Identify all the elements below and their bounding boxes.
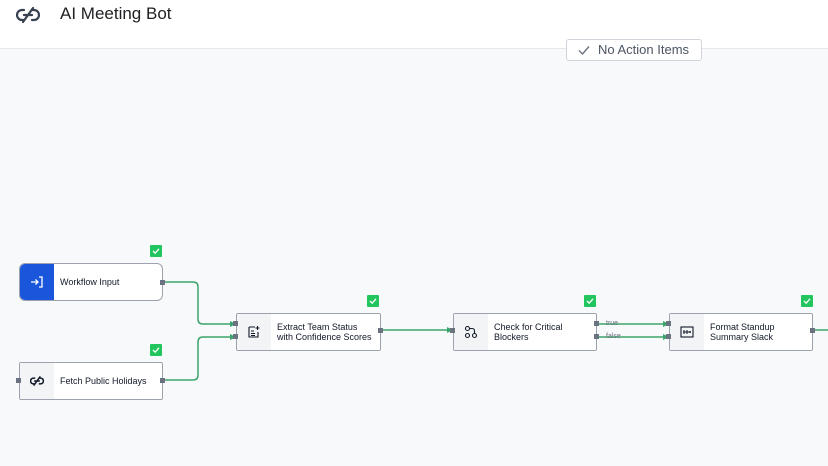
document-sparkle-icon bbox=[237, 314, 271, 350]
output-port[interactable] bbox=[378, 328, 383, 333]
enter-icon bbox=[20, 264, 54, 300]
output-port-true[interactable] bbox=[594, 321, 599, 326]
status-badge bbox=[367, 295, 379, 307]
node-label-line1: Check for Critical bbox=[494, 322, 563, 332]
link-icon bbox=[20, 363, 54, 399]
input-port[interactable] bbox=[666, 334, 671, 339]
node-label: Extract Team Status with Confidence Scor… bbox=[277, 314, 372, 350]
check-icon bbox=[803, 298, 811, 305]
node-label-line2: with Confidence Scores bbox=[277, 332, 372, 342]
check-icon bbox=[586, 298, 594, 305]
format-icon bbox=[670, 314, 704, 350]
edge-holidays-to-extract bbox=[163, 336, 236, 381]
status-badge bbox=[150, 344, 162, 356]
node-format-standup-summary[interactable]: Format Standup Summary Slack bbox=[669, 313, 813, 351]
node-label-line2: Blockers bbox=[494, 332, 529, 342]
status-badge bbox=[584, 295, 596, 307]
node-check-critical-blockers[interactable]: Check for Critical Blockers bbox=[453, 313, 597, 351]
node-label: Format Standup Summary Slack bbox=[710, 314, 775, 350]
status-badge bbox=[801, 295, 813, 307]
node-workflow-input[interactable]: Workflow Input bbox=[19, 263, 163, 301]
node-label: Workflow Input bbox=[60, 277, 120, 287]
node-label-line1: Format Standup bbox=[710, 322, 775, 332]
output-port[interactable] bbox=[810, 328, 815, 333]
node-label-line2: Summary Slack bbox=[710, 332, 774, 342]
output-port-false[interactable] bbox=[594, 334, 599, 339]
node-label: Fetch Public Holidays bbox=[60, 376, 147, 386]
input-port[interactable] bbox=[233, 321, 238, 326]
input-port[interactable] bbox=[450, 328, 455, 333]
node-label-line1: Extract Team Status bbox=[277, 322, 358, 332]
check-icon bbox=[152, 248, 160, 255]
node-fetch-public-holidays[interactable]: Fetch Public Holidays bbox=[19, 362, 163, 400]
node-extract-team-status[interactable]: Extract Team Status with Confidence Scor… bbox=[236, 313, 381, 351]
edge-input-to-extract bbox=[163, 281, 236, 325]
check-icon bbox=[369, 298, 377, 305]
output-port[interactable] bbox=[160, 280, 165, 285]
input-port[interactable] bbox=[16, 378, 21, 383]
branch-icon bbox=[454, 314, 488, 350]
edge-label-false: false bbox=[606, 333, 621, 340]
input-port[interactable] bbox=[233, 334, 238, 339]
edge-label-true: true bbox=[606, 320, 619, 327]
check-icon bbox=[152, 347, 160, 354]
output-port[interactable] bbox=[160, 378, 165, 383]
status-badge bbox=[150, 245, 162, 257]
input-port[interactable] bbox=[666, 321, 671, 326]
node-label: Check for Critical Blockers bbox=[494, 314, 563, 350]
